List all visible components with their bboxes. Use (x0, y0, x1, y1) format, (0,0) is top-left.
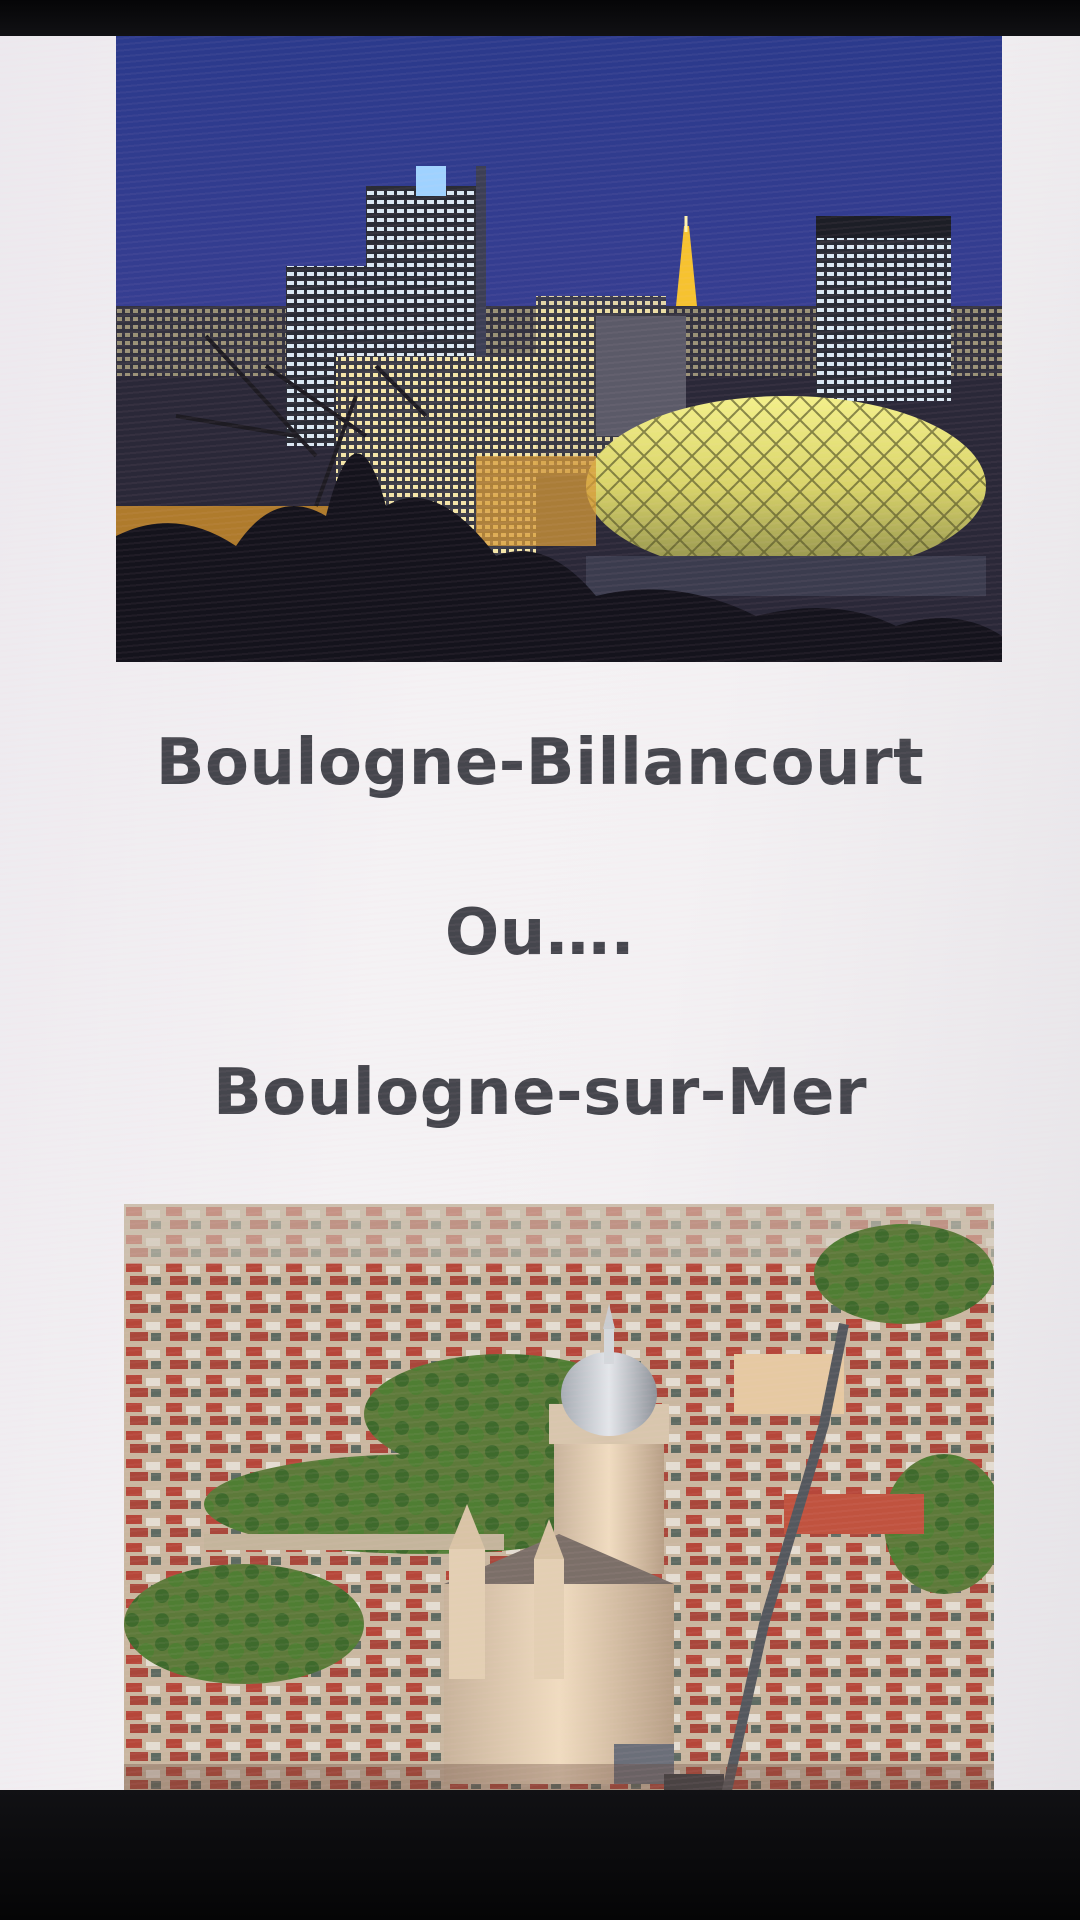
separator-text: Ou…. (444, 896, 636, 970)
title-boulogne-billancourt: Boulogne-Billancourt (155, 726, 925, 800)
title-boulogne-sur-mer: Boulogne-sur-Mer (213, 1056, 867, 1130)
screen-bottom-bezel (0, 1790, 1080, 1920)
slide-screen: Boulogne-Billancourt Ou…. Boulogne-sur-M… (0, 36, 1080, 1796)
city-night-photo (116, 36, 1002, 662)
town-aerial-photo (124, 1204, 994, 1796)
